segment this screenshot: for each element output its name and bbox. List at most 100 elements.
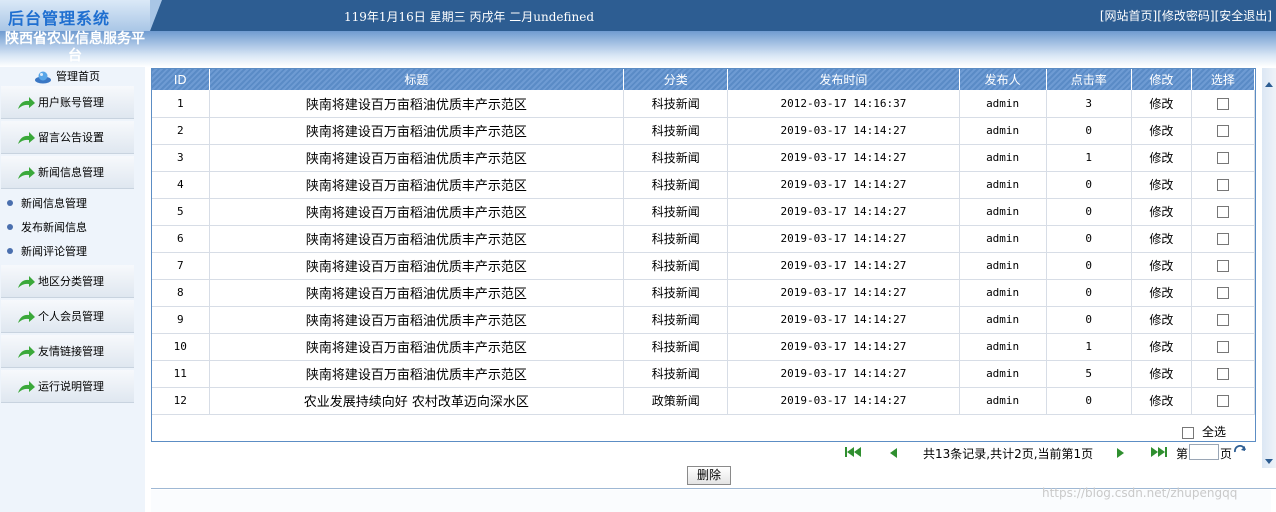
- sidebar-subitem-news-manage[interactable]: 新闻信息管理: [7, 196, 87, 212]
- row-select-checkbox[interactable]: [1216, 341, 1229, 353]
- top-links: [网站首页][修改密码][安全退出]: [1100, 7, 1272, 24]
- cell-author: admin: [959, 306, 1047, 334]
- cell-category: 科技新闻: [623, 225, 729, 253]
- cell-select: [1191, 171, 1256, 199]
- table-row: 11 陕南将建设百万亩稻油优质丰产示范区 科技新闻 2019-03-17 14:14:…: [152, 360, 1256, 388]
- cell-author: admin: [959, 279, 1047, 307]
- last-page-icon[interactable]: [1151, 447, 1167, 461]
- refresh-icon[interactable]: [1233, 445, 1247, 457]
- header-gradient-band: [0, 31, 1276, 67]
- select-all-checkbox[interactable]: [1182, 426, 1194, 439]
- cell-edit-link[interactable]: 修改: [1131, 360, 1192, 388]
- home-label: 管理首页: [56, 70, 100, 83]
- col-header-select: 选择: [1191, 69, 1256, 90]
- cell-clicks: 0: [1046, 252, 1132, 280]
- col-header-time: 发布时间: [727, 69, 960, 90]
- sidebar-item-message-notice[interactable]: 留言公告设置: [1, 121, 134, 154]
- cell-edit-link[interactable]: 修改: [1131, 225, 1192, 253]
- cell-title: 陕南将建设百万亩稻油优质丰产示范区: [209, 279, 625, 307]
- row-select-checkbox[interactable]: [1216, 368, 1229, 380]
- row-select-checkbox[interactable]: [1216, 287, 1229, 299]
- sidebar-item-label: 用户账号管理: [38, 96, 104, 109]
- cell-title: 陕南将建设百万亩稻油优质丰产示范区: [209, 306, 625, 334]
- cell-category: 政策新闻: [623, 387, 729, 415]
- delete-button[interactable]: 删除: [687, 466, 731, 485]
- cell-author: admin: [959, 252, 1047, 280]
- cell-select: [1191, 279, 1256, 307]
- cell-edit-link[interactable]: 修改: [1131, 252, 1192, 280]
- cell-id: 1: [152, 90, 210, 118]
- cell-clicks: 5: [1046, 360, 1132, 388]
- page-suffix: 页: [1220, 447, 1233, 461]
- row-select-checkbox[interactable]: [1216, 206, 1229, 218]
- col-header-clicks: 点击率: [1046, 69, 1132, 90]
- sidebar-item-region-category[interactable]: 地区分类管理: [1, 265, 134, 298]
- cell-category: 科技新闻: [623, 90, 729, 118]
- cell-select: [1191, 333, 1256, 361]
- cell-time: 2019-03-17 14:14:27: [727, 387, 960, 415]
- scrollbar[interactable]: [1262, 68, 1276, 468]
- cell-select: [1191, 306, 1256, 334]
- green-arrow-icon: [18, 132, 35, 144]
- row-select-checkbox[interactable]: [1216, 395, 1229, 407]
- table-row: 1 陕南将建设百万亩稻油优质丰产示范区 科技新闻 2012-03-17 14:16:3…: [152, 90, 1256, 118]
- cell-edit-link[interactable]: 修改: [1131, 387, 1192, 415]
- table-row: 2 陕南将建设百万亩稻油优质丰产示范区 科技新闻 2019-03-17 14:14:2…: [152, 117, 1256, 145]
- sidebar-item-members[interactable]: 个人会员管理: [1, 300, 134, 333]
- cell-edit-link[interactable]: 修改: [1131, 198, 1192, 226]
- cell-edit-link[interactable]: 修改: [1131, 90, 1192, 118]
- col-header-category: 分类: [623, 69, 729, 90]
- sidebar-item-friend-links[interactable]: 友情链接管理: [1, 335, 134, 368]
- home-site-link[interactable]: [网站首页]: [1100, 9, 1157, 23]
- sidebar-subitem-news-comments[interactable]: 新闻评论管理: [7, 244, 87, 260]
- logo-text: 后台管理系统: [8, 9, 111, 28]
- select-all[interactable]: 全选: [1182, 423, 1226, 440]
- cell-id: 5: [152, 198, 210, 226]
- change-password-link[interactable]: [修改密码]: [1157, 9, 1214, 23]
- cell-edit-link[interactable]: 修改: [1131, 279, 1192, 307]
- cell-category: 科技新闻: [623, 171, 729, 199]
- cell-author: admin: [959, 198, 1047, 226]
- row-select-checkbox[interactable]: [1216, 97, 1229, 110]
- cell-select: [1191, 198, 1256, 226]
- cell-id: 2: [152, 117, 210, 145]
- sidebar-item-run-notes[interactable]: 运行说明管理: [1, 370, 134, 403]
- pager: 共13条记录,共计2页,当前第1页 第 页: [0, 444, 1276, 461]
- prev-page-icon[interactable]: [890, 447, 897, 461]
- green-arrow-icon: [18, 167, 35, 179]
- sidebar-home[interactable]: 管理首页: [34, 68, 100, 86]
- row-select-checkbox[interactable]: [1216, 152, 1229, 164]
- row-select-checkbox[interactable]: [1216, 260, 1229, 272]
- first-page-icon[interactable]: [845, 447, 861, 461]
- cell-edit-link[interactable]: 修改: [1131, 306, 1192, 334]
- row-select-checkbox[interactable]: [1216, 125, 1229, 137]
- cell-time: 2019-03-17 14:14:27: [727, 306, 960, 334]
- col-header-edit: 修改: [1131, 69, 1192, 90]
- cell-category: 科技新闻: [623, 306, 729, 334]
- table-row: 3 陕南将建设百万亩稻油优质丰产示范区 科技新闻 2019-03-17 14:14:2…: [152, 144, 1256, 172]
- cell-edit-link[interactable]: 修改: [1131, 117, 1192, 145]
- cell-clicks: 0: [1046, 171, 1132, 199]
- cell-edit-link[interactable]: 修改: [1131, 171, 1192, 199]
- row-select-checkbox[interactable]: [1216, 179, 1229, 191]
- scroll-up-icon[interactable]: [1265, 82, 1273, 87]
- row-select-checkbox[interactable]: [1216, 314, 1229, 326]
- cell-clicks: 0: [1046, 306, 1132, 334]
- logout-link[interactable]: [安全退出]: [1215, 9, 1272, 23]
- bullet-icon: [7, 224, 13, 230]
- sidebar-item-user-accounts[interactable]: 用户账号管理: [1, 86, 134, 119]
- row-select-checkbox[interactable]: [1216, 233, 1229, 245]
- sidebar-item-label: 个人会员管理: [38, 310, 104, 323]
- cell-clicks: 0: [1046, 198, 1132, 226]
- table-row: 6 陕南将建设百万亩稻油优质丰产示范区 科技新闻 2019-03-17 14:14:2…: [152, 225, 1256, 253]
- scroll-down-icon[interactable]: [1265, 459, 1273, 464]
- cell-edit-link[interactable]: 修改: [1131, 144, 1192, 172]
- cell-clicks: 1: [1046, 144, 1132, 172]
- page-number-input[interactable]: [1189, 444, 1219, 460]
- cell-edit-link[interactable]: 修改: [1131, 333, 1192, 361]
- cell-time: 2019-03-17 14:14:27: [727, 333, 960, 361]
- sidebar-subitem-publish-news[interactable]: 发布新闻信息: [7, 220, 87, 236]
- cell-select: [1191, 387, 1256, 415]
- sidebar-item-news-management[interactable]: 新闻信息管理: [1, 156, 134, 189]
- next-page-icon[interactable]: [1117, 447, 1124, 461]
